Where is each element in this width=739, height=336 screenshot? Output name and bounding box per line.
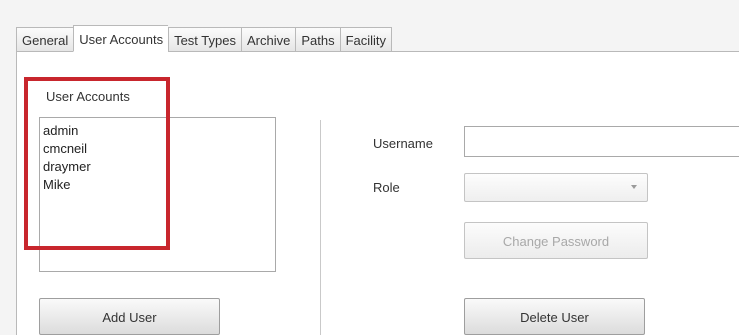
change-password-button[interactable]: Change Password: [464, 222, 648, 259]
tab-archive[interactable]: Archive: [240, 27, 296, 52]
list-item[interactable]: Mike: [43, 176, 275, 194]
username-input[interactable]: [464, 126, 739, 157]
delete-user-button[interactable]: Delete User: [464, 298, 645, 335]
section-divider: [320, 120, 321, 335]
tab-strip: General User Accounts Test Types Archive…: [16, 25, 393, 52]
tab-test-types[interactable]: Test Types: [168, 27, 241, 52]
add-user-button[interactable]: Add User: [39, 298, 220, 335]
username-label: Username: [373, 136, 433, 151]
list-item[interactable]: admin: [43, 122, 275, 140]
tab-general[interactable]: General: [16, 27, 74, 52]
tab-facility[interactable]: Facility: [339, 27, 393, 52]
role-select[interactable]: [464, 173, 648, 202]
list-item[interactable]: cmcneil: [43, 140, 275, 158]
list-item[interactable]: draymer: [43, 158, 275, 176]
tab-paths[interactable]: Paths: [295, 27, 340, 52]
tab-user-accounts[interactable]: User Accounts: [73, 25, 169, 52]
user-accounts-title: User Accounts: [46, 89, 130, 104]
settings-window: General User Accounts Test Types Archive…: [0, 0, 739, 335]
user-list[interactable]: admin cmcneil draymer Mike: [39, 117, 276, 272]
role-label: Role: [373, 180, 400, 195]
chevron-down-icon: [631, 185, 637, 189]
